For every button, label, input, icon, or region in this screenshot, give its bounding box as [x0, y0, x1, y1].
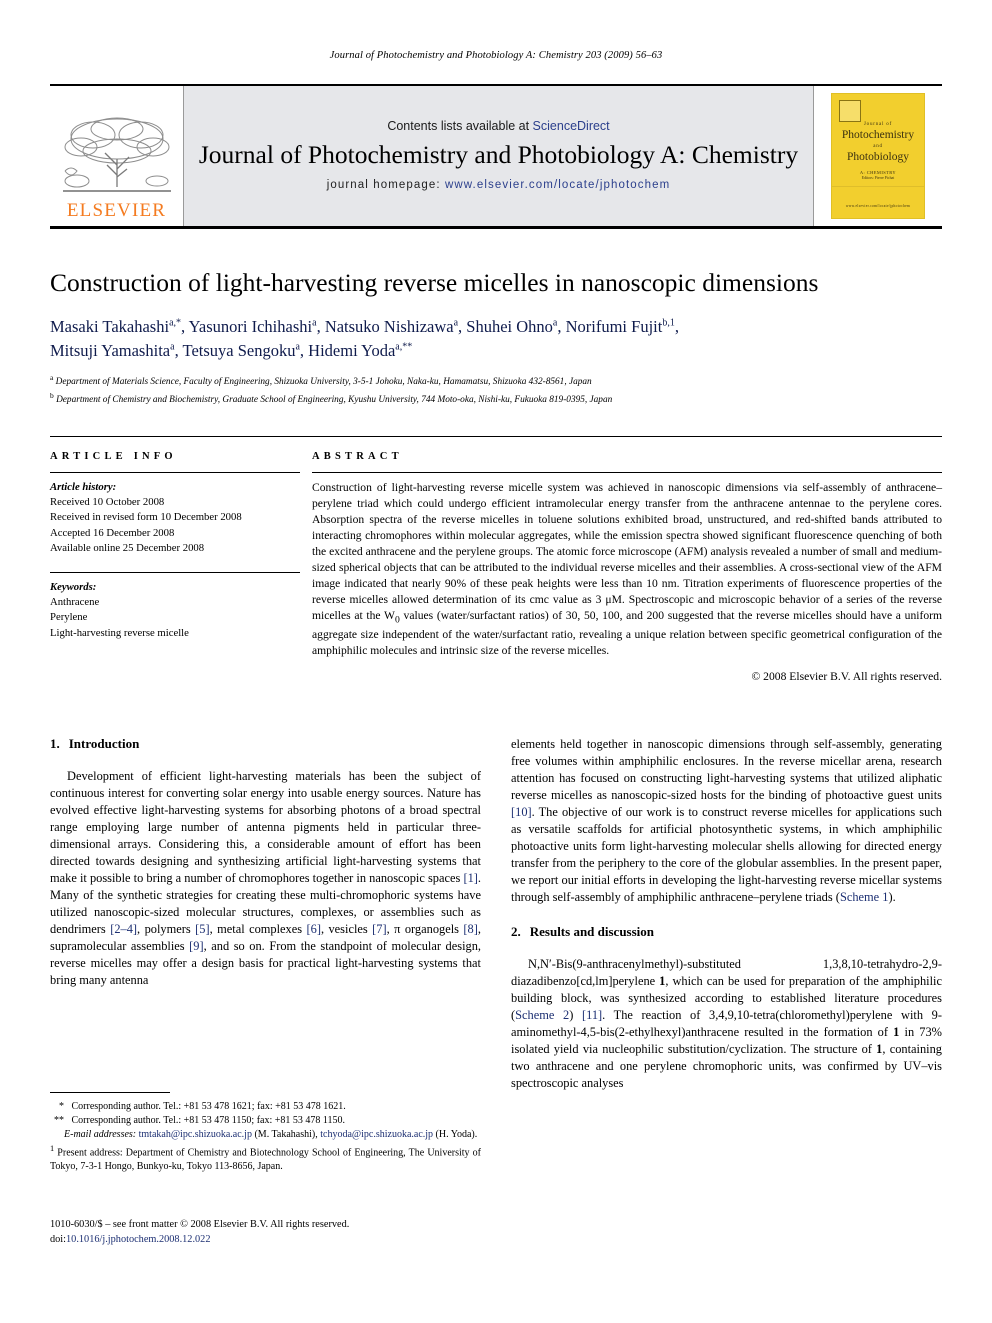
title-block: Construction of light-harvesting reverse… — [50, 268, 942, 409]
cover-line-url: www.elsevier.com/locate/jphotochem — [845, 204, 911, 208]
author-line-1: Masaki Takahashia,*, Yasunori Ichihashia… — [50, 316, 679, 336]
journal-cover-thumbnail: Journal of Photochemistry and Photobiolo… — [814, 86, 942, 226]
heading-introduction: 1. Introduction — [50, 736, 481, 752]
results-paragraph-1: N,N′-Bis(9-anthracenylmethyl)-substitute… — [511, 956, 942, 1090]
cover-line-editors-sub: Editors: Pierre Pichat — [861, 176, 895, 180]
masthead-center: Contents lists available at ScienceDirec… — [183, 86, 814, 226]
affiliation-b: b Department of Chemistry and Biochemist… — [50, 391, 613, 406]
footnote-rule — [50, 1092, 170, 1093]
abstract-heading: ABSTRACT — [312, 451, 403, 462]
keyword-item: Perylene — [50, 611, 88, 624]
body-column-right: elements held together in nanoscopic dim… — [511, 736, 942, 1236]
imprint-issn-line: 1010-6030/$ – see front matter © 2008 El… — [50, 1219, 350, 1230]
journal-title: Journal of Photochemistry and Photobiolo… — [198, 140, 799, 170]
cover-line-and: and — [873, 144, 883, 149]
footnote-corresponding-1: * Corresponding author. Tel.: +81 53 478… — [59, 1101, 346, 1112]
abstract-text: Construction of light-harvesting reverse… — [312, 481, 943, 657]
cover-divider — [832, 186, 924, 187]
journal-homepage-line: journal homepage: www.elsevier.com/locat… — [327, 179, 671, 191]
doi-label: doi: — [50, 1233, 67, 1245]
article-info-column: ARTICLE INFO Article history: Received 1… — [50, 451, 312, 683]
homepage-label: journal homepage: — [326, 178, 445, 191]
contents-available-line: Contents lists available at ScienceDirec… — [387, 119, 609, 133]
abstract-rule — [312, 472, 942, 473]
footnote-present-address: 1 Present address: Department of Chemist… — [50, 1143, 481, 1173]
abstract-copyright: © 2008 Elsevier B.V. All rights reserved… — [751, 669, 942, 683]
footnote-corresponding-2: ** Corresponding author. Tel.: +81 53 47… — [54, 1115, 346, 1127]
keywords-rule — [50, 571, 300, 573]
cover-line-photobiology: Photobiology — [847, 151, 909, 163]
footnote-block: * Corresponding author. Tel.: +81 53 478… — [50, 1092, 481, 1174]
history-item: Received 10 October 2008 — [50, 496, 165, 509]
journal-masthead: ELSEVIER Contents lists available at Sci… — [50, 84, 942, 229]
intro-paragraph-2: elements held together in nanoscopic dim… — [511, 737, 942, 904]
cover-line-photochemistry: Photochemistry — [841, 129, 915, 141]
history-item: Received in revised form 10 December 200… — [50, 511, 242, 524]
abstract-column: ABSTRACT Construction of light-harvestin… — [312, 451, 942, 683]
homepage-url[interactable]: www.elsevier.com/locate/jphotochem — [445, 179, 670, 191]
history-item: Accepted 16 December 2008 — [50, 526, 175, 539]
elsevier-tree-icon — [62, 117, 171, 192]
keywords-label: Keywords: — [50, 580, 97, 593]
heading-results-label: Results and discussion — [529, 923, 655, 939]
article-info-rule — [50, 472, 300, 473]
history-item: Available online 25 December 2008 — [50, 541, 205, 554]
article-history-label: Article history: — [50, 481, 117, 493]
article-history: Article history: Received 10 October 200… — [50, 480, 300, 556]
imprint-block: 1010-6030/$ – see front matter © 2008 El… — [50, 1218, 481, 1248]
elsevier-logo: ELSEVIER — [50, 86, 183, 226]
intro-paragraph-1: Development of efficient light-harvestin… — [50, 769, 481, 987]
heading-results: 2. Results and discussion — [511, 924, 942, 940]
heading-results-number: 2. — [511, 923, 521, 939]
keyword-item: Light-harvesting reverse micelle — [50, 626, 189, 639]
article-title: Construction of light-harvesting reverse… — [50, 268, 819, 297]
keyword-item: Anthracene — [50, 596, 100, 609]
info-abstract-band: ARTICLE INFO Article history: Received 1… — [50, 436, 942, 683]
affiliation-a: a Department of Materials Science, Facul… — [50, 373, 592, 388]
elsevier-wordmark: ELSEVIER — [66, 200, 167, 221]
author-list: Masaki Takahashia,*, Yasunori Ichihashia… — [50, 315, 942, 363]
doi-value[interactable]: 10.1016/j.jphotochem.2008.12.022 — [66, 1234, 210, 1245]
keywords-block: Keywords: Anthracene Perylene Light-harv… — [50, 580, 300, 641]
cover-elsevier-mark — [839, 100, 861, 122]
paper-page: Journal of Photochemistry and Photobiolo… — [0, 0, 992, 1323]
footnote-emails: E-mail addresses: tmtakah@ipc.shizuoka.a… — [64, 1129, 478, 1141]
sciencedirect-link[interactable]: ScienceDirect — [533, 119, 610, 133]
article-info-heading: ARTICLE INFO — [50, 451, 177, 462]
running-head: Journal of Photochemistry and Photobiolo… — [329, 50, 663, 61]
heading-introduction-number: 1. — [50, 736, 60, 751]
cover-line-editors: A: CHEMISTRY — [859, 170, 897, 175]
cover-line-journal: Journal of — [863, 122, 893, 127]
heading-introduction-label: Introduction — [68, 736, 140, 751]
contents-prefix: Contents lists available at — [387, 119, 533, 134]
author-line-2: Mitsuji Yamashitaa, Tetsuya Sengokua, Hi… — [50, 340, 413, 360]
imprint-doi-line: doi:10.1016/j.jphotochem.2008.12.022 — [50, 1233, 481, 1248]
